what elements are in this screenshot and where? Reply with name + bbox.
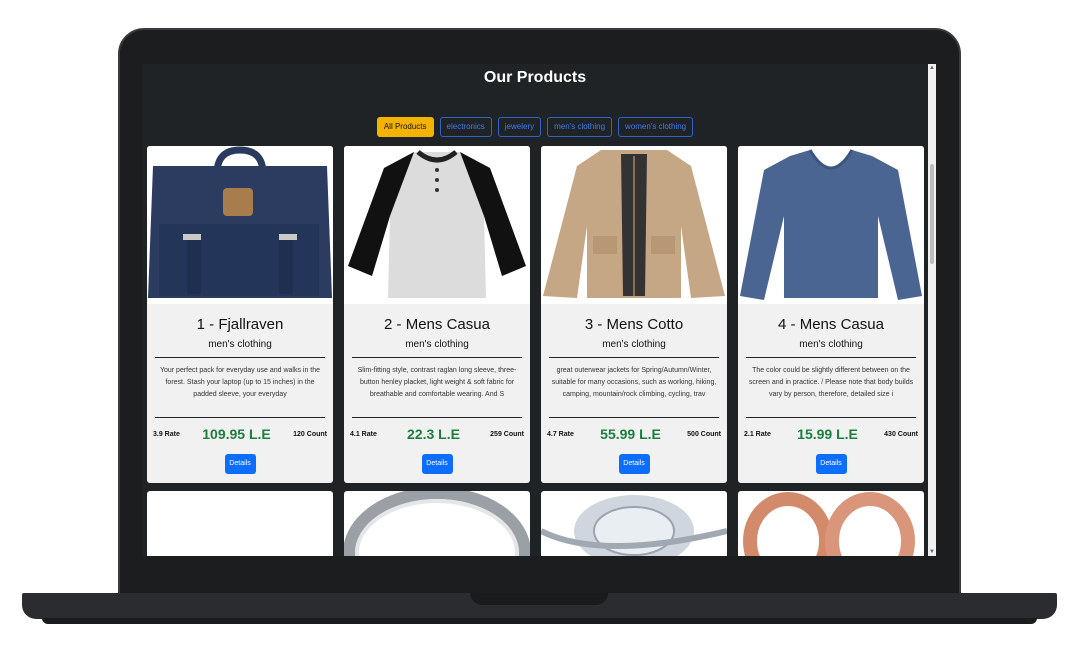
scrollbar[interactable]: ▲ ▼ [928, 64, 936, 556]
product-category: men's clothing [405, 339, 469, 350]
product-image-silver-ring[interactable] [344, 491, 530, 556]
filter-jewelery[interactable]: jewelery [497, 117, 542, 137]
product-count: 259 Count [490, 430, 524, 438]
product-price: 22.3 L.E [407, 426, 460, 442]
product-meta: 3.9 Rate 109.95 L.E 120 Count [147, 418, 333, 442]
product-card: 4 - Mens Casua men's clothing The color … [738, 146, 924, 483]
product-card: 3 - Mens Cotto men's clothing great oute… [541, 146, 727, 483]
product-count: 430 Count [884, 430, 918, 438]
product-title: 3 - Mens Cotto [584, 316, 684, 333]
details-button[interactable]: Details [224, 454, 256, 474]
filter-all-products[interactable]: All Products [376, 117, 434, 137]
details-button[interactable]: Details [421, 454, 453, 474]
details-button[interactable]: Details [815, 454, 847, 474]
product-category: men's clothing [799, 339, 863, 350]
laptop-notch [470, 593, 608, 605]
product-meta: 4.7 Rate 55.99 L.E 500 Count [541, 418, 727, 442]
product-card: 1 - Fjallraven men's clothing Your perfe… [147, 146, 333, 483]
product-card-partial [738, 491, 924, 556]
product-description: Your perfect pack for everyday use and w… [159, 367, 321, 398]
product-meta: 4.1 Rate 22.3 L.E 259 Count [344, 418, 530, 442]
product-description: The color could be slightly different be… [748, 367, 914, 398]
details-button[interactable]: Details [618, 454, 650, 474]
product-image-blue-longsleeve[interactable] [738, 146, 924, 304]
product-title: 1 - Fjallraven [196, 316, 284, 333]
category-filters: All Products electronics jewelery men's … [142, 117, 928, 137]
product-price: 55.99 L.E [600, 426, 661, 442]
product-rate: 3.9 Rate [153, 430, 180, 438]
product-card: 2 - Mens Casua men's clothing Slim-fitti… [344, 146, 530, 483]
product-count: 500 Count [687, 430, 721, 438]
filter-electronics[interactable]: electronics [439, 117, 492, 137]
product-rate: 2.1 Rate [744, 430, 771, 438]
laptop-base-shadow [42, 618, 1037, 624]
product-image-raglan-tshirt[interactable] [344, 146, 530, 304]
product-title: 2 - Mens Casua [384, 316, 490, 333]
product-card-partial [541, 491, 727, 556]
product-category: men's clothing [208, 339, 272, 350]
scroll-thumb[interactable] [930, 164, 934, 264]
product-rate: 4.1 Rate [350, 430, 377, 438]
scroll-down-icon[interactable]: ▼ [929, 548, 935, 556]
product-grid: 1 - Fjallraven men's clothing Your perfe… [147, 146, 925, 556]
product-count: 120 Count [293, 430, 327, 438]
scroll-up-icon[interactable]: ▲ [929, 64, 935, 72]
product-price: 109.95 L.E [202, 426, 271, 442]
product-description: great outerwear jackets for Spring/Autum… [551, 367, 717, 398]
product-image-diamond-ring[interactable] [541, 491, 727, 556]
product-price: 15.99 L.E [797, 426, 858, 442]
product-category: men's clothing [602, 339, 666, 350]
filter-womens-clothing[interactable]: women's clothing [618, 117, 694, 137]
browser-screen: Our Products All Products electronics je… [142, 64, 936, 556]
product-card-partial [147, 491, 333, 556]
product-image-backpack[interactable] [147, 146, 333, 304]
product-rate: 4.7 Rate [547, 430, 574, 438]
product-image-cotton-jacket[interactable] [541, 146, 727, 304]
filter-mens-clothing[interactable]: men's clothing [547, 117, 613, 137]
product-meta: 2.1 Rate 15.99 L.E 430 Count [738, 418, 924, 442]
product-title: 4 - Mens Casua [778, 316, 884, 333]
product-card-partial [344, 491, 530, 556]
page-title: Our Products [483, 69, 587, 86]
product-description: Slim-fitting style, contrast raglan long… [357, 367, 517, 398]
product-image-rose-gold-rings[interactable] [738, 491, 924, 556]
